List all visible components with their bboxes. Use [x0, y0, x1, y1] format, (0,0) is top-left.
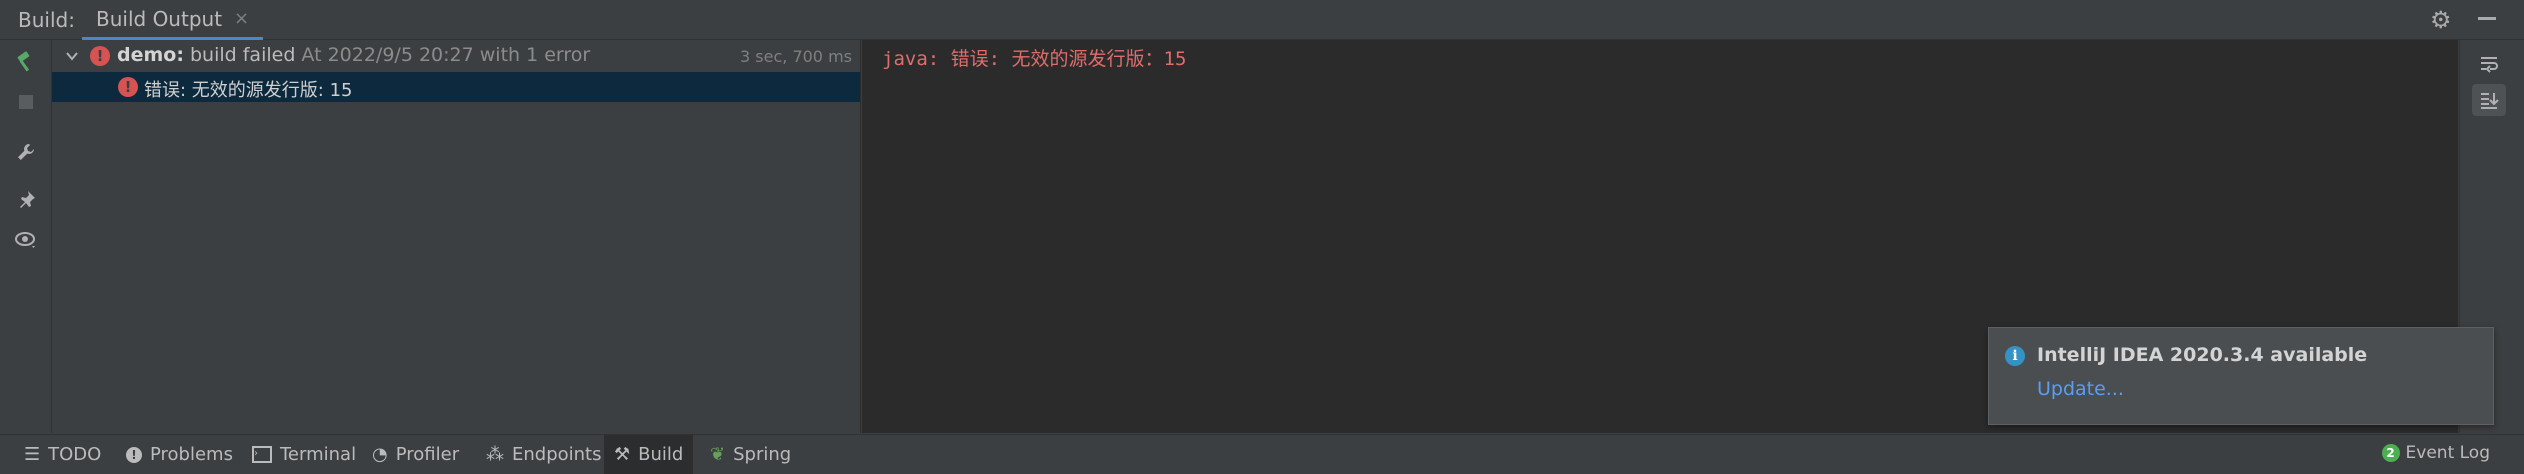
soft-wrap-icon[interactable] [2472, 48, 2506, 80]
problems-icon: ! [126, 446, 142, 463]
notification-title: IntelliJ IDEA 2020.3.4 available [2037, 344, 2368, 366]
gear-icon[interactable]: ⚙ [2430, 6, 2452, 34]
project-name: demo: [117, 44, 184, 66]
console-error-line: java: 错误: 无效的源发行版：15 [882, 48, 1187, 70]
tree-root-label: demo: build failed At 2022/9/5 20:27 wit… [117, 44, 590, 66]
tab-label: Build [638, 444, 684, 465]
eye-icon[interactable] [14, 228, 38, 252]
stop-icon[interactable] [14, 90, 38, 114]
close-icon[interactable]: × [234, 8, 249, 29]
tab-label: Terminal [280, 444, 357, 465]
tab-problems[interactable]: ! Problems [116, 435, 243, 474]
minimize-icon[interactable] [2478, 17, 2496, 20]
error-message: 错误: 无效的源发行版: 15 [144, 80, 353, 101]
tab-label: Endpoints [512, 444, 602, 465]
pin-icon[interactable] [14, 188, 38, 212]
build-timing: 3 sec, 700 ms [740, 47, 852, 66]
chevron-down-icon[interactable] [62, 46, 82, 66]
profiler-icon: ◔ [372, 444, 388, 465]
tab-label: Build Output [96, 6, 223, 31]
toolwindow-title: Build: [18, 8, 75, 32]
toolwindow-header: Build: Build Output × ⚙ [0, 0, 2524, 40]
info-icon: i [2005, 346, 2025, 366]
tab-label: Problems [150, 444, 233, 465]
tab-label: Profiler [395, 444, 460, 465]
endpoints-icon: ⁂ [486, 444, 504, 465]
scroll-to-end-icon[interactable] [2472, 84, 2506, 116]
bottom-toolbar: ☰ TODO ! Problems › Terminal ◔ Profiler … [0, 434, 2524, 474]
tree-row-root[interactable]: ! demo: build failed At 2022/9/5 20:27 w… [52, 40, 860, 72]
wrench-icon[interactable] [14, 140, 38, 164]
tab-spring[interactable]: ❦ Spring [700, 435, 801, 474]
event-log-label: Event Log [2405, 443, 2490, 463]
error-icon: ! [90, 46, 110, 66]
event-log-button[interactable]: 2 Event Log [2381, 443, 2490, 463]
build-tree: ! demo: build failed At 2022/9/5 20:27 w… [52, 40, 861, 433]
tab-label: TODO [48, 444, 102, 465]
left-toolbar [0, 40, 52, 433]
update-notification: i IntelliJ IDEA 2020.3.4 available Updat… [1988, 327, 2494, 425]
hammer-icon[interactable] [14, 50, 38, 74]
tab-build-output[interactable]: Build Output × [82, 0, 264, 40]
tree-row-error[interactable]: ! 错误: 无效的源发行版: 15 [52, 72, 860, 102]
hammer-icon: ⚒ [614, 444, 631, 465]
tab-todo[interactable]: ☰ TODO [14, 435, 111, 474]
tab-build[interactable]: ⚒ Build [604, 435, 694, 474]
tab-profiler[interactable]: ◔ Profiler [362, 435, 469, 474]
list-icon: ☰ [24, 444, 41, 465]
build-status: build failed [183, 44, 296, 66]
spring-icon: ❦ [710, 444, 726, 465]
update-link[interactable]: Update... [2037, 378, 2124, 400]
error-icon: ! [118, 77, 138, 97]
event-log-badge: 2 [2381, 444, 2400, 462]
tab-terminal[interactable]: › Terminal [242, 435, 366, 474]
terminal-icon: › [252, 446, 272, 463]
build-detail: At 2022/9/5 20:27 with 1 error [295, 44, 591, 66]
tab-endpoints[interactable]: ⁂ Endpoints [476, 435, 612, 474]
tab-label: Spring [733, 444, 792, 465]
